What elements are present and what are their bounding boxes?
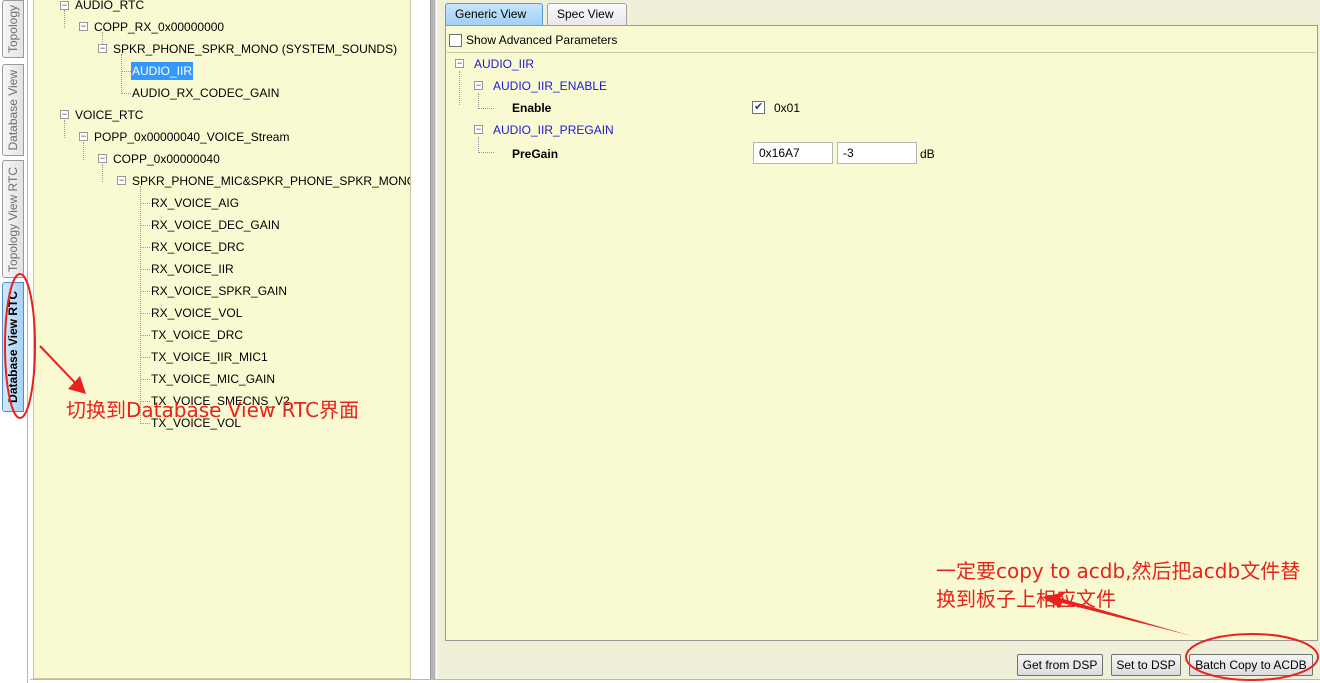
tree-connector xyxy=(140,379,150,380)
generic-view-content: Show Advanced Parameters − − − AUDIO_IIR… xyxy=(445,25,1318,641)
side-tab-label: Database View RTC xyxy=(6,291,20,403)
tree-connector xyxy=(140,269,150,270)
collapse-icon[interactable]: − xyxy=(474,125,483,134)
annotation-copy-note-line2: 换到板子上相应文件 xyxy=(936,587,1116,611)
show-advanced-label: Show Advanced Parameters xyxy=(466,33,618,47)
tree-connector xyxy=(121,71,131,72)
tree-connector xyxy=(140,357,150,358)
tree-connector xyxy=(64,120,65,138)
annotation-switch-note: 切换到Database View RTC界面 xyxy=(66,398,360,422)
side-tab-label: Topology View RTC xyxy=(6,166,20,272)
param-group-pregain[interactable]: AUDIO_IIR_PREGAIN xyxy=(493,121,614,139)
tree-node-copp-rx[interactable]: COPP_RX_0x00000000 xyxy=(94,18,224,36)
tree-node-tx-voice-mic-gain[interactable]: TX_VOICE_MIC_GAIN xyxy=(151,370,275,388)
pregain-unit: dB xyxy=(920,147,935,161)
collapse-icon[interactable]: − xyxy=(79,22,88,31)
tree-node-tx-voice-drc[interactable]: TX_VOICE_DRC xyxy=(151,326,243,344)
tree-node-rx-voice-dec-gain[interactable]: RX_VOICE_DEC_GAIN xyxy=(151,216,280,234)
tree-connector xyxy=(140,203,150,204)
tree-connector xyxy=(64,10,65,28)
app-window: Topology Database View Topology View RTC… xyxy=(0,0,1320,683)
collapse-icon[interactable]: − xyxy=(117,176,126,185)
tree-node-copp-40[interactable]: COPP_0x00000040 xyxy=(113,150,220,168)
tree-node-voice-rtc[interactable]: VOICE_RTC xyxy=(75,106,143,124)
pregain-hex-field[interactable]: 0x16A7 xyxy=(753,142,833,164)
module-tree: − − − − − − − AUDIO_RTC COPP_RX_0x000000… xyxy=(33,0,411,679)
tree-node-audio-rtc[interactable]: AUDIO_RTC xyxy=(75,0,144,14)
tree-node-rx-voice-drc[interactable]: RX_VOICE_DRC xyxy=(151,238,244,256)
side-tab-database-view-rtc[interactable]: Database View RTC xyxy=(2,282,24,412)
side-tab-topology-view-rtc[interactable]: Topology View RTC xyxy=(2,160,24,278)
tree-node-tx-voice-iir-mic1[interactable]: TX_VOICE_IIR_MIC1 xyxy=(151,348,268,366)
side-tab-topology[interactable]: Topology xyxy=(2,0,24,58)
batch-copy-to-acdb-button[interactable]: Batch Copy to ACDB xyxy=(1189,654,1313,676)
parameter-tree: − − − AUDIO_IIR AUDIO_IIR_ENABLE Enable … xyxy=(447,52,1316,638)
tree-node-rx-voice-vol[interactable]: RX_VOICE_VOL xyxy=(151,304,242,322)
panel-splitter[interactable] xyxy=(430,0,436,683)
side-tab-database-view[interactable]: Database View xyxy=(2,64,24,156)
tree-connector xyxy=(478,93,479,109)
tree-connector xyxy=(83,142,84,160)
annotation-copy-note-line1: 一定要copy to acdb,然后把acdb文件替 xyxy=(936,559,1301,583)
tree-connector xyxy=(478,137,479,153)
tree-connector xyxy=(140,335,150,336)
set-to-dsp-button[interactable]: Set to DSP xyxy=(1111,654,1181,676)
collapse-icon[interactable]: − xyxy=(79,132,88,141)
show-advanced-row[interactable]: Show Advanced Parameters xyxy=(449,32,617,48)
tree-connector xyxy=(140,186,141,424)
collapse-icon[interactable]: − xyxy=(60,1,69,10)
collapse-icon[interactable]: − xyxy=(474,81,483,90)
side-tab-label: Database View xyxy=(6,69,20,151)
tree-connector xyxy=(121,54,122,94)
status-strip xyxy=(30,679,1320,683)
tree-node-rx-voice-spkr-gain[interactable]: RX_VOICE_SPKR_GAIN xyxy=(151,282,287,300)
side-tab-label: Topology xyxy=(6,4,20,54)
tree-node-rx-voice-aig[interactable]: RX_VOICE_AIG xyxy=(151,194,239,212)
side-tab-strip: Topology Database View Topology View RTC… xyxy=(0,0,28,683)
tree-node-rx-voice-iir[interactable]: RX_VOICE_IIR xyxy=(151,260,234,278)
enable-checkbox[interactable] xyxy=(752,100,765,114)
pregain-db-field[interactable]: -3 xyxy=(837,142,917,164)
enable-value: 0x01 xyxy=(774,101,801,115)
tree-connector xyxy=(102,164,103,182)
collapse-icon[interactable]: − xyxy=(98,154,107,163)
tree-connector xyxy=(140,225,150,226)
param-pregain-label: PreGain xyxy=(512,147,559,161)
get-from-dsp-button[interactable]: Get from DSP xyxy=(1017,654,1103,676)
tree-node-spkr-phone-spkr-mono[interactable]: SPKR_PHONE_SPKR_MONO (SYSTEM_SOUNDS) xyxy=(113,40,397,58)
tree-connector xyxy=(121,93,131,94)
tree-connector xyxy=(140,247,150,248)
tree-connector xyxy=(140,291,150,292)
tree-connector xyxy=(140,313,150,314)
param-enable-label: Enable xyxy=(512,101,552,115)
tree-node-audio-rx-codec-gain[interactable]: AUDIO_RX_CODEC_GAIN xyxy=(132,84,279,102)
collapse-icon[interactable]: − xyxy=(455,59,464,68)
collapse-icon[interactable]: − xyxy=(60,110,69,119)
tree-node-audio-iir[interactable]: AUDIO_IIR xyxy=(131,62,194,80)
tree-connector xyxy=(459,71,460,105)
collapse-icon[interactable]: − xyxy=(98,44,107,53)
param-group-enable[interactable]: AUDIO_IIR_ENABLE xyxy=(493,77,607,95)
tab-spec-view[interactable]: Spec View xyxy=(547,3,627,25)
param-group-audio-iir[interactable]: AUDIO_IIR xyxy=(474,55,534,73)
show-advanced-checkbox[interactable] xyxy=(449,33,462,47)
tree-connector xyxy=(478,152,494,153)
tree-node-popp-voice-stream[interactable]: POPP_0x00000040_VOICE_Stream xyxy=(94,128,289,146)
tree-node-spkr-phone-mic[interactable]: SPKR_PHONE_MIC&SPKR_PHONE_SPKR_MONO xyxy=(132,172,410,190)
tree-connector xyxy=(478,108,494,109)
tab-generic-view[interactable]: Generic View xyxy=(445,3,543,25)
